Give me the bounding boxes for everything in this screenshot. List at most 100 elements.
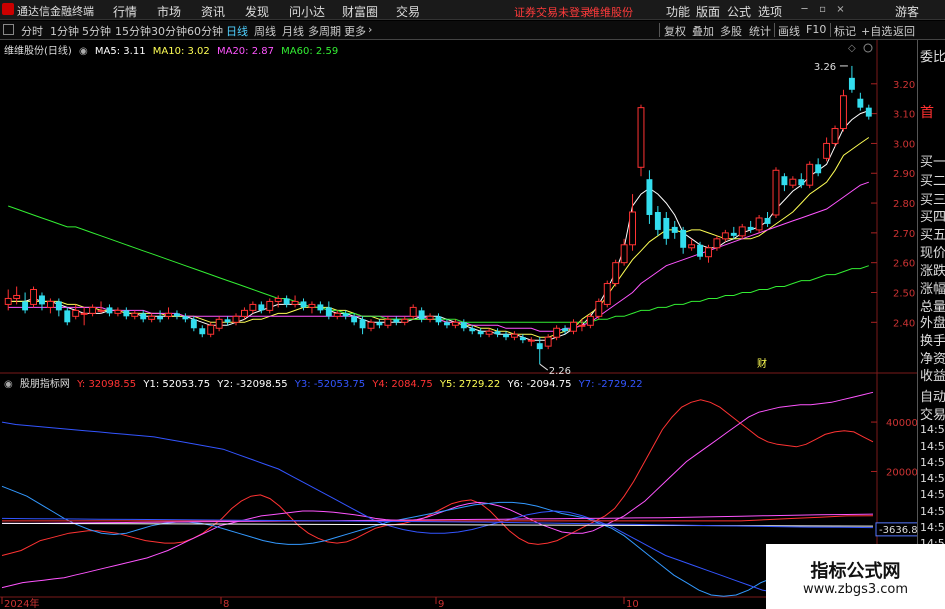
period-tab-daily[interactable]: 日线 xyxy=(226,23,248,39)
menu-options[interactable]: 选项 xyxy=(758,3,782,20)
f10-button[interactable]: F10 xyxy=(806,23,826,36)
legend-gear-icon[interactable]: ◉ xyxy=(79,46,88,57)
price-tick-label: 2.70 xyxy=(893,229,915,240)
back-button[interactable]: 返回 xyxy=(893,23,915,39)
period-tab-intraday[interactable]: 分时 xyxy=(21,23,43,39)
period-tab-60min[interactable]: 60分钟 xyxy=(187,23,223,39)
ma-line-ma60 xyxy=(8,205,869,323)
field-outer-volume: 外盘 xyxy=(920,316,945,331)
user-label[interactable]: 游客 xyxy=(895,3,919,20)
indicator-legend: ◉ 股朋指标网 Y: 32098.55 Y1: 52053.75 Y2: -32… xyxy=(4,375,647,390)
candle-body xyxy=(823,142,831,159)
layout-toggle-icon[interactable] xyxy=(3,24,14,35)
indicator-line-y1 xyxy=(1,391,874,589)
field-bid1: 买一 xyxy=(920,155,945,170)
field-bid2: 买二 xyxy=(920,174,945,189)
auto-label[interactable]: 自动 xyxy=(920,386,945,405)
menu-layout[interactable]: 版面 xyxy=(696,3,720,20)
ma-line-ma5 xyxy=(8,110,869,341)
overlay-button[interactable]: 叠加 xyxy=(692,23,714,39)
indicator-gear-icon[interactable]: ◉ xyxy=(4,379,13,390)
tick-time: 14:56 xyxy=(920,505,945,518)
indicator-value-y: Y: 32098.55 xyxy=(77,379,137,390)
draw-line-button[interactable]: 画线 xyxy=(778,23,800,39)
entrust-ratio-label: 委比 xyxy=(920,50,945,65)
close-window-icon[interactable]: × xyxy=(834,3,847,16)
diamond-icon: ◇ xyxy=(848,43,856,54)
kline-chart-svg[interactable]: 3.20 3.10 3.00 2.90 2.80 2.70 2.60 2.50 2.40 3.26… xyxy=(0,40,917,609)
candle-body xyxy=(174,313,180,317)
low-pointer xyxy=(539,363,549,371)
menu-trade[interactable]: 交易 xyxy=(396,3,420,20)
candle-body xyxy=(308,303,316,308)
candle-body xyxy=(637,107,645,168)
indicator-value-y7: Y7: -2729.22 xyxy=(578,379,643,390)
multi-stock-button[interactable]: 多股 xyxy=(720,23,742,39)
toolbar-divider xyxy=(774,23,775,37)
menu-function[interactable]: 功能 xyxy=(666,3,690,20)
chart-area[interactable]: 3.20 3.10 3.00 2.90 2.80 2.70 2.60 2.50 2.40 3.26… xyxy=(0,40,917,609)
login-notice[interactable]: 证券交易未登录 xyxy=(514,4,591,20)
maximize-icon[interactable]: ▫ xyxy=(816,3,829,16)
indicator-line-y3 xyxy=(1,421,874,596)
field-turnover: 换手 xyxy=(920,334,945,349)
candle-body xyxy=(283,298,290,305)
candle-body xyxy=(291,300,299,305)
mark-button[interactable]: 标记 xyxy=(834,23,856,39)
indicator-line-y xyxy=(1,399,874,556)
candle-body xyxy=(249,303,257,311)
candle-body xyxy=(426,315,434,320)
candle-body xyxy=(536,343,543,350)
candle-body xyxy=(157,316,164,320)
candle-body xyxy=(671,226,678,233)
app-logo-icon xyxy=(2,3,14,15)
menu-ask[interactable]: 问小达 xyxy=(289,3,325,20)
add-watchlist-button[interactable]: +自选 xyxy=(861,23,892,39)
statistics-button[interactable]: 统计 xyxy=(749,23,771,39)
ma-line-ma20 xyxy=(8,181,869,332)
period-tab-30min[interactable]: 30分钟 xyxy=(151,23,187,39)
minimize-icon[interactable]: ─ xyxy=(798,3,811,16)
candle-body xyxy=(22,301,29,311)
period-tab-15min[interactable]: 15分钟 xyxy=(115,23,151,39)
candle-body xyxy=(240,309,248,317)
candle-body xyxy=(300,301,307,308)
price-tick-label: 3.20 xyxy=(893,80,915,91)
quote-side-panel: 委比 首 买一 买二 买三 买四 买五 现价 涨跌 涨幅 总量 外盘 换手 净资… xyxy=(917,40,945,609)
menu-formula[interactable]: 公式 xyxy=(727,3,751,20)
more-chevron-icon[interactable]: › xyxy=(368,23,372,36)
candle-body xyxy=(603,283,611,305)
candle-body xyxy=(688,244,696,249)
candle-body xyxy=(64,310,71,323)
candle-body xyxy=(815,164,822,174)
candle-body xyxy=(4,297,12,305)
restore-rights-button[interactable]: 复权 xyxy=(664,23,686,39)
chart-close-icon xyxy=(863,43,873,53)
period-tab-1min[interactable]: 1分钟 xyxy=(50,23,79,39)
trade-label[interactable]: 交易 xyxy=(920,404,945,423)
x-axis-label: 2024年 xyxy=(4,597,39,609)
candle-body xyxy=(503,334,509,338)
period-tab-more[interactable]: 更多 xyxy=(344,23,366,39)
main-legend: 维维股份(日线) ◉ MA5: 3.11 MA10: 3.02 MA20: 2.… xyxy=(4,42,342,57)
notice-stock-name[interactable]: 维维股份 xyxy=(589,4,633,20)
menu-market-list[interactable]: 市场 xyxy=(157,3,181,20)
indicator-line-y2 xyxy=(1,485,874,597)
period-tab-weekly[interactable]: 周线 xyxy=(254,23,276,39)
candle-body xyxy=(359,319,366,329)
price-tick-label: 3.10 xyxy=(893,110,915,121)
candle-body xyxy=(274,297,282,302)
candle-body xyxy=(215,318,223,329)
indicator-value-y6: Y6: -2094.75 xyxy=(507,379,572,390)
candle-body xyxy=(612,262,620,285)
candle-body xyxy=(553,327,561,338)
menu-discover[interactable]: 发现 xyxy=(245,3,269,20)
menu-wealth-circle[interactable]: 财富圈 xyxy=(342,3,378,20)
period-tab-monthly[interactable]: 月线 xyxy=(282,23,304,39)
period-tab-multi[interactable]: 多周期 xyxy=(308,23,341,39)
menu-news[interactable]: 资讯 xyxy=(201,3,225,20)
candle-body xyxy=(713,238,721,249)
menu-market[interactable]: 行情 xyxy=(113,3,137,20)
period-tab-5min[interactable]: 5分钟 xyxy=(82,23,111,39)
candle-body xyxy=(199,328,206,335)
